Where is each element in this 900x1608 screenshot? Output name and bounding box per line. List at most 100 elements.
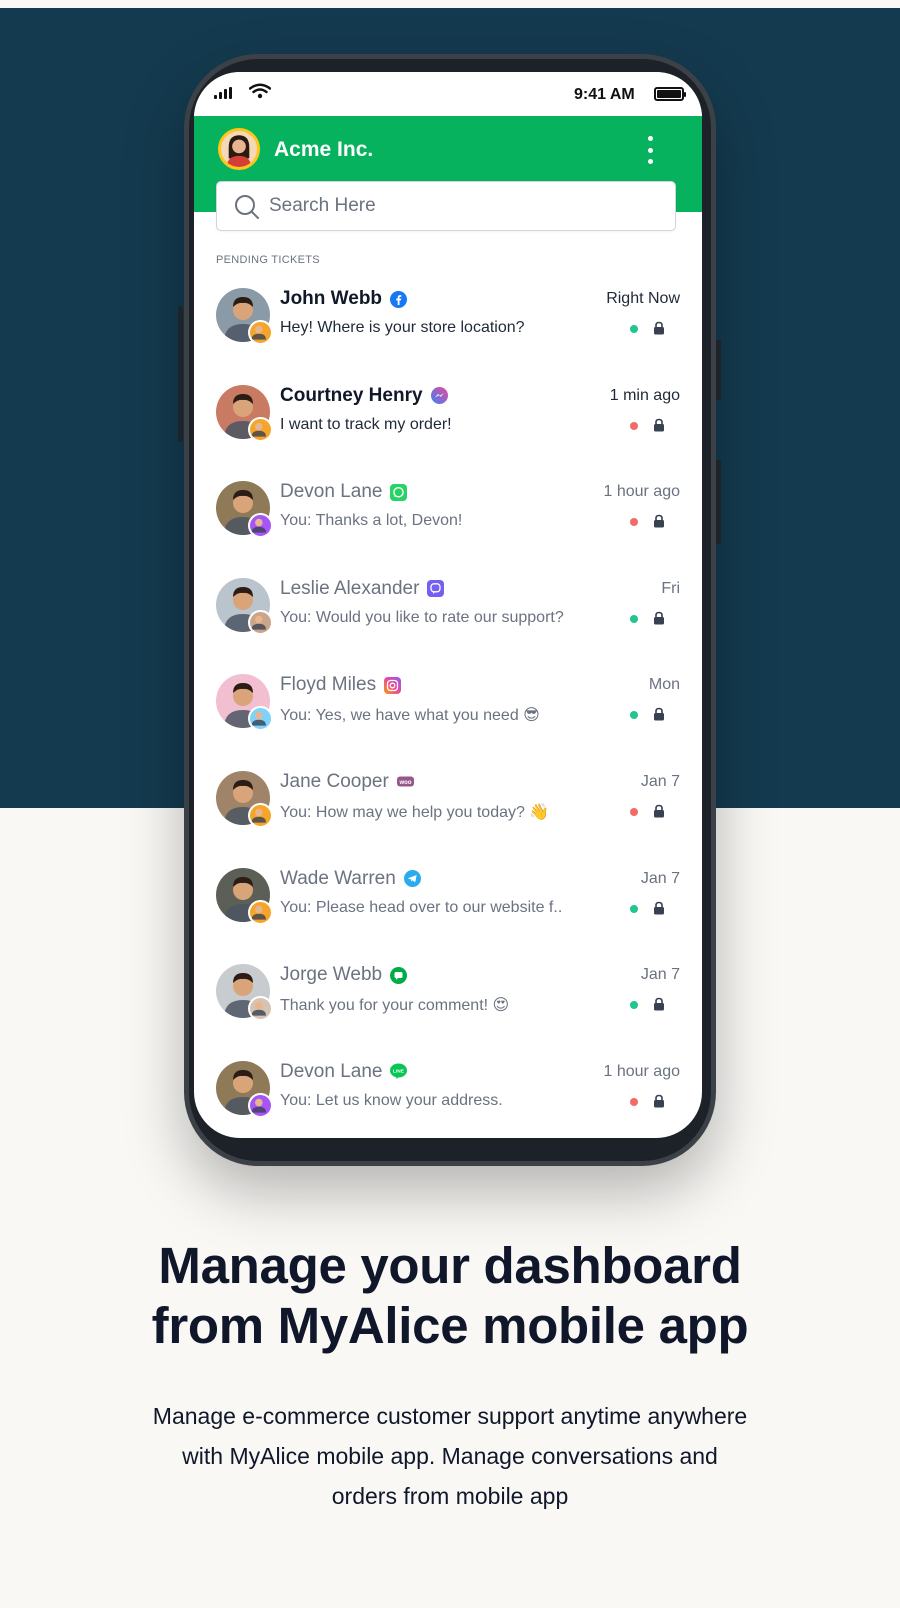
customer-avatar xyxy=(216,867,273,925)
status-dot xyxy=(630,518,638,527)
viber-icon xyxy=(427,580,445,598)
google-chat-icon xyxy=(390,966,408,984)
status-dot xyxy=(630,1097,638,1106)
ticket-row[interactable]: Devon Lane LINE You: Let us know your addr… xyxy=(194,1049,702,1138)
lock-icon xyxy=(654,321,664,335)
agent-avatar xyxy=(248,1092,273,1118)
headline-line-1: Manage your dashboard xyxy=(158,1237,742,1294)
status-dot xyxy=(630,711,638,720)
marketing-description: Manage e-commerce customer support anyti… xyxy=(152,1403,748,1509)
customer-name: Leslie Alexander xyxy=(280,577,420,599)
lock-icon xyxy=(654,418,664,432)
agent-avatar xyxy=(248,996,273,1022)
ticket-time: Right Now xyxy=(606,290,680,307)
phone-screen: 9:41 AM Acme Inc. PENDING TICKETS John W… xyxy=(194,72,702,1138)
customer-name: Jane Cooper xyxy=(280,770,389,792)
lock-icon xyxy=(654,611,664,625)
last-message: You: How may we help you today? 👋 xyxy=(280,803,550,821)
woocommerce-icon: woo xyxy=(396,773,414,790)
search-input[interactable] xyxy=(269,192,659,220)
ticket-row[interactable]: Devon Lane You: Thanks a lot, Devon! 1 hou… xyxy=(194,469,702,566)
last-message: Thank you for your comment! 😍 xyxy=(280,997,510,1015)
ticket-name-line: Devon Lane xyxy=(280,481,408,503)
ticket-row[interactable]: Wade Warren You: Please head over to our … xyxy=(194,856,702,953)
customer-avatar xyxy=(216,577,273,635)
status-dot xyxy=(630,614,638,623)
phone-side-button xyxy=(716,460,721,544)
agent-avatar xyxy=(248,513,273,539)
facebook-icon xyxy=(390,290,408,308)
ticket-time: Jan 7 xyxy=(640,966,680,984)
ticket-time: Jan 7 xyxy=(640,772,680,790)
battery-icon xyxy=(654,87,686,101)
last-message: I want to track my order! xyxy=(280,415,452,433)
customer-avatar xyxy=(216,481,273,539)
customer-name: Devon Lane xyxy=(280,1060,383,1082)
lock-icon xyxy=(654,901,664,915)
ticket-time: 1 hour ago xyxy=(603,1062,680,1080)
whatsapp-icon xyxy=(390,483,408,501)
lock-icon xyxy=(654,708,664,721)
status-dot xyxy=(630,1001,638,1010)
customer-name: Floyd Miles xyxy=(280,674,377,696)
ticket-name-line: Devon Lane LINE xyxy=(280,1060,408,1083)
status-dot xyxy=(630,421,638,430)
messenger-icon xyxy=(430,387,448,405)
ticket-row[interactable]: Leslie Alexander You: Would you like to r… xyxy=(194,566,702,663)
ticket-name-line: Wade Warren xyxy=(280,868,421,890)
customer-avatar xyxy=(216,1060,273,1118)
svg-text:woo: woo xyxy=(398,780,411,786)
last-message: Hey! Where is your store location? xyxy=(280,319,525,336)
account-avatar[interactable] xyxy=(218,128,260,170)
status-time: 9:41 AM xyxy=(574,86,635,103)
signal-icon xyxy=(214,87,232,99)
ticket-name-line: Leslie Alexander xyxy=(280,577,445,600)
ticket-row[interactable]: Courtney Henry I want to track my order! 1… xyxy=(194,373,702,470)
agent-avatar xyxy=(248,416,273,442)
more-options-icon[interactable] xyxy=(644,136,656,164)
search-icon xyxy=(235,195,259,219)
status-dot xyxy=(630,807,638,816)
agent-avatar xyxy=(248,706,273,732)
instagram-icon xyxy=(384,676,402,694)
agent-avatar xyxy=(248,802,273,828)
ticket-name-line: Courtney Henry xyxy=(280,385,448,407)
customer-avatar xyxy=(216,674,273,732)
workspace-title: Acme Inc. xyxy=(274,138,374,161)
ticket-row[interactable]: John Webb Hey! Where is your store locati… xyxy=(194,276,702,373)
headline-line-2: from MyAlice mobile app xyxy=(151,1297,749,1354)
last-message: You: Let us know your address. xyxy=(280,1091,503,1109)
ticket-time: Fri xyxy=(661,579,680,597)
customer-avatar xyxy=(216,770,273,828)
status-dot xyxy=(630,904,638,913)
line-icon: LINE xyxy=(390,1063,408,1080)
ticket-row[interactable]: Floyd Miles You: Yes, we have what you ne… xyxy=(194,662,702,759)
customer-name: Courtney Henry xyxy=(280,384,423,406)
search-box xyxy=(216,181,676,231)
customer-avatar xyxy=(216,288,273,345)
last-message: You: Yes, we have what you need 😎 xyxy=(280,707,540,725)
status-dot xyxy=(630,325,638,333)
section-label-pending-tickets: PENDING TICKETS xyxy=(216,254,320,266)
ticket-name-line: Jorge Webb xyxy=(280,964,408,986)
ticket-list: John Webb Hey! Where is your store locati… xyxy=(194,276,702,1138)
ticket-row[interactable]: Jane Cooper woo You: How may we help you t… xyxy=(194,759,702,856)
phone-power-button xyxy=(716,340,721,400)
lock-icon xyxy=(654,997,664,1011)
ticket-time: Mon xyxy=(648,676,680,694)
ticket-time: 1 hour ago xyxy=(603,483,680,501)
svg-text:LINE: LINE xyxy=(394,1069,406,1075)
customer-name: John Webb xyxy=(280,288,383,309)
phone-volume-button xyxy=(178,306,183,442)
telegram-icon xyxy=(403,870,421,888)
customer-avatar xyxy=(216,384,273,442)
last-message: You: Please head over to our website f.. xyxy=(280,898,563,916)
agent-avatar xyxy=(248,899,273,925)
lock-icon xyxy=(654,1094,664,1108)
status-bar: 9:41 AM xyxy=(194,72,702,116)
lock-icon xyxy=(654,804,664,818)
last-message: You: Would you like to rate our support? xyxy=(280,608,564,626)
last-message: You: Thanks a lot, Devon! xyxy=(280,512,463,530)
ticket-row[interactable]: Jorge Webb Thank you for your comment! 😍 J… xyxy=(194,952,702,1049)
ticket-time: Jan 7 xyxy=(640,869,680,887)
